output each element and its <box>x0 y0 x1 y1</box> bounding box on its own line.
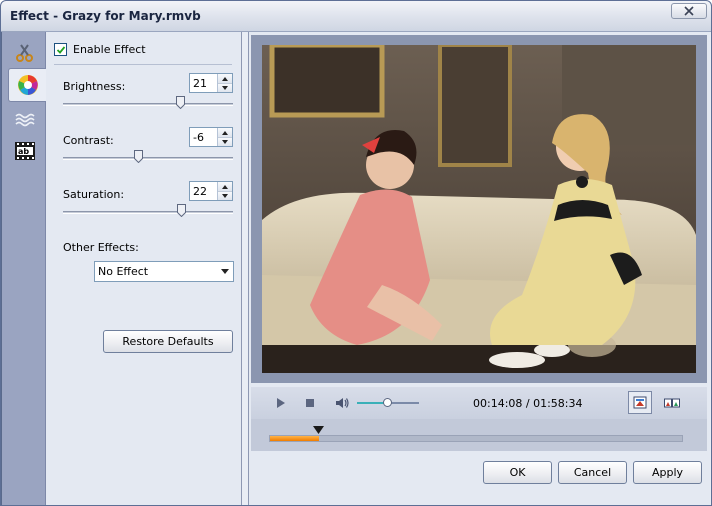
brightness-down-button[interactable] <box>218 83 232 92</box>
other-effects-label: Other Effects: <box>63 241 139 254</box>
volume-slider[interactable] <box>357 397 419 409</box>
title-bar: Effect - Grazy for Mary.rmvb <box>1 1 711 32</box>
window-title: Effect - Grazy for Mary.rmvb <box>10 9 201 23</box>
contrast-slider[interactable] <box>63 150 233 164</box>
seek-progress <box>270 436 319 441</box>
chevron-down-icon <box>221 269 229 274</box>
other-effects-value: No Effect <box>98 265 149 278</box>
apply-button[interactable]: Apply <box>633 461 702 484</box>
enable-effect-row[interactable]: Enable Effect <box>54 43 146 56</box>
effect-window: Effect - Grazy for Mary.rmvb ab Enable E… <box>0 0 712 506</box>
player-controls: 00:14:08 / 01:58:34 <box>251 387 707 419</box>
enable-effect-label: Enable Effect <box>73 43 146 56</box>
color-wheel-icon <box>18 75 38 95</box>
volume-icon <box>336 398 349 408</box>
contrast-spinbox[interactable]: -6 <box>189 127 233 147</box>
arrow-down-icon <box>222 194 228 198</box>
video-frame <box>251 35 707 383</box>
cancel-button[interactable]: Cancel <box>558 461 627 484</box>
playhead-marker-icon[interactable] <box>313 426 324 434</box>
slider-track <box>63 211 233 214</box>
slider-track <box>63 103 233 106</box>
saturation-label: Saturation: <box>63 188 125 201</box>
seek-bar[interactable] <box>269 435 683 442</box>
tab-clip[interactable] <box>6 36 43 70</box>
text-ab-icon: ab <box>14 142 35 160</box>
stop-button[interactable] <box>302 395 318 411</box>
contrast-up-button[interactable] <box>218 128 232 137</box>
volume-button[interactable] <box>334 395 350 411</box>
timecode: 00:14:08 / 01:58:34 <box>473 397 583 410</box>
tab-strip: ab <box>2 32 47 505</box>
effect-settings-panel: Enable Effect Brightness: 21 Contrast: -… <box>46 32 242 505</box>
play-icon <box>277 398 285 408</box>
scissors-icon <box>15 44 33 62</box>
checkmark-icon <box>56 45 65 54</box>
tab-effect[interactable] <box>8 68 47 102</box>
dialog-body: ab Enable Effect Brightness: 21 Contrast… <box>2 32 711 505</box>
slider-track <box>63 157 233 160</box>
divider <box>54 64 232 65</box>
watermark-icon <box>14 113 35 127</box>
brightness-up-button[interactable] <box>218 74 232 83</box>
volume-thumb[interactable] <box>383 398 392 407</box>
saturation-spinbox[interactable]: 22 <box>189 181 233 201</box>
other-effects-select[interactable]: No Effect <box>94 261 234 282</box>
arrow-down-icon <box>222 140 228 144</box>
close-icon <box>684 6 694 16</box>
video-frame-image <box>262 45 696 373</box>
ok-button[interactable]: OK <box>483 461 552 484</box>
single-view-icon <box>633 396 647 408</box>
contrast-down-button[interactable] <box>218 137 232 146</box>
slider-thumb[interactable] <box>176 96 185 109</box>
saturation-up-button[interactable] <box>218 182 232 191</box>
arrow-down-icon <box>222 86 228 90</box>
arrow-up-icon <box>222 130 228 135</box>
contrast-label: Contrast: <box>63 134 114 147</box>
saturation-value[interactable]: 22 <box>193 185 207 198</box>
saturation-slider[interactable] <box>63 204 233 218</box>
contrast-value[interactable]: -6 <box>193 131 204 144</box>
arrow-up-icon <box>222 76 228 81</box>
brightness-value[interactable]: 21 <box>193 77 207 90</box>
tab-watermark[interactable] <box>6 102 43 136</box>
restore-defaults-button[interactable]: Restore Defaults <box>103 330 233 353</box>
single-view-button[interactable] <box>628 391 652 414</box>
close-button[interactable] <box>671 3 707 19</box>
stop-icon <box>306 399 314 407</box>
slider-thumb[interactable] <box>134 150 143 163</box>
compare-view-button[interactable] <box>660 391 684 414</box>
play-button[interactable] <box>272 395 288 411</box>
arrow-up-icon <box>222 184 228 189</box>
video-preview <box>262 45 696 373</box>
saturation-down-button[interactable] <box>218 191 232 200</box>
enable-effect-checkbox[interactable] <box>54 43 67 56</box>
slider-thumb[interactable] <box>177 204 186 217</box>
brightness-label: Brightness: <box>63 80 126 93</box>
brightness-slider[interactable] <box>63 96 233 110</box>
compare-view-icon <box>664 398 680 407</box>
tab-subtitle[interactable]: ab <box>6 134 43 168</box>
seek-area <box>251 419 707 451</box>
svg-text:ab: ab <box>18 147 29 156</box>
preview-panel: 00:14:08 / 01:58:34 OK Cancel Apply <box>248 32 710 505</box>
brightness-spinbox[interactable]: 21 <box>189 73 233 93</box>
